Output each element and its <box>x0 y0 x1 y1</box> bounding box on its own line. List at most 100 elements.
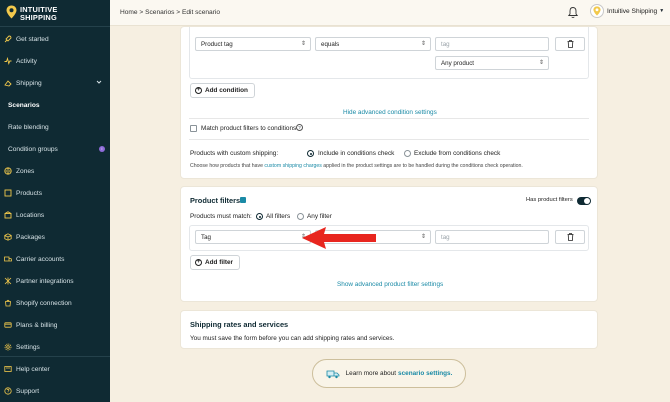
product-filters-title: Product filters <box>190 196 241 205</box>
sidebar-item-packages[interactable]: Packages <box>0 226 110 248</box>
condition-field-select[interactable]: Product tag ⇕ <box>195 37 311 51</box>
sidebar-item-plans-billing[interactable]: Plans & billing <box>0 314 110 336</box>
account-menu[interactable]: Intuitive Shipping ▼ <box>590 4 664 18</box>
truck-icon <box>4 79 12 87</box>
sidebar-item-zones[interactable]: Zones <box>0 160 110 182</box>
sidebar: INTUITIVE SHIPPING Get started Activity … <box>0 0 110 402</box>
match-filters-checkbox[interactable] <box>190 125 197 132</box>
scenario-settings-link[interactable]: scenario settings. <box>398 370 452 377</box>
all-filters-label: All filters <box>266 213 291 220</box>
product-scope-select[interactable]: Any product ⇕ <box>435 56 549 70</box>
sidebar-item-partner-integrations[interactable]: Partner integrations <box>0 270 110 292</box>
filter-field-select[interactable]: Tag ⇕ <box>195 230 311 244</box>
sidebar-item-label: Carrier accounts <box>16 255 65 263</box>
sidebar-item-scenarios[interactable]: Scenarios <box>0 94 110 116</box>
sidebar-item-label: Zones <box>16 167 35 175</box>
support-icon <box>4 387 12 395</box>
sidebar-item-label: Settings <box>16 343 40 351</box>
info-badge: i <box>99 146 105 152</box>
include-radio[interactable] <box>307 150 314 157</box>
any-filter-radio[interactable] <box>297 213 304 220</box>
placeholder: tag <box>441 41 450 48</box>
plus-circle-icon: + <box>195 259 202 266</box>
condition-operator-select[interactable]: equals ⇕ <box>315 37 431 51</box>
location-pin-logo-icon <box>6 5 17 19</box>
sidebar-bottom-nav: Help center Support <box>0 358 110 402</box>
add-condition-button[interactable]: + Add condition <box>190 83 255 98</box>
button-label: Add filter <box>205 259 234 266</box>
sidebar-item-label: Partner integrations <box>16 277 74 285</box>
sidebar-item-label: Products <box>16 189 43 197</box>
separator <box>189 139 589 140</box>
sidebar-item-label: Shipping <box>16 79 42 87</box>
help-icon <box>4 365 12 373</box>
sidebar-item-shipping[interactable]: Shipping <box>0 72 110 94</box>
include-label: Include in conditions check <box>318 150 395 157</box>
custom-shipping-note: Choose how products that have custom shi… <box>190 163 523 169</box>
exclude-label: Exclude from conditions check <box>414 150 501 157</box>
sidebar-item-label: Locations <box>16 211 45 219</box>
learn-more-banner[interactable]: Learn more about scenario settings. <box>312 359 466 388</box>
sidebar-item-condition-groups[interactable]: Condition groups i <box>0 138 110 160</box>
sidebar-item-label: Condition groups <box>8 145 58 153</box>
brand-logo[interactable]: INTUITIVE SHIPPING <box>6 5 106 25</box>
box-icon <box>4 189 12 197</box>
globe-icon <box>4 167 12 175</box>
exclude-radio[interactable] <box>404 150 411 157</box>
select-value: Any product <box>441 60 475 67</box>
delete-filter-button[interactable] <box>555 230 585 244</box>
integration-icon <box>4 277 12 285</box>
placeholder: tag <box>441 234 450 241</box>
delete-condition-button[interactable] <box>555 37 585 51</box>
sidebar-item-rate-blending[interactable]: Rate blending <box>0 116 110 138</box>
sidebar-item-support[interactable]: Support <box>0 380 110 402</box>
gear-icon <box>4 343 12 351</box>
any-filter-label: Any filter <box>307 213 332 220</box>
avatar <box>590 4 604 18</box>
sidebar-item-label: Plans & billing <box>16 321 58 329</box>
match-filters-label: Match product filters to conditions <box>201 125 297 132</box>
sidebar-item-carrier-accounts[interactable]: Carrier accounts <box>0 248 110 270</box>
help-circle-icon[interactable]: ? <box>296 124 303 131</box>
select-value: Tag <box>201 234 211 241</box>
note-text: applied in the product settings are to b… <box>323 163 523 169</box>
sidebar-item-label: Activity <box>16 57 37 65</box>
sidebar-item-help-center[interactable]: Help center <box>0 358 110 380</box>
bell-icon[interactable] <box>567 6 579 21</box>
sidebar-item-label: Packages <box>16 233 45 241</box>
sidebar-item-label: Help center <box>16 365 50 373</box>
brand-line-2: SHIPPING <box>20 13 57 22</box>
note-text: Choose how products that have <box>190 163 263 169</box>
sidebar-item-label: Rate blending <box>8 123 49 131</box>
sidebar-item-get-started[interactable]: Get started <box>0 28 110 50</box>
filter-value-input[interactable]: tag <box>435 230 549 244</box>
conditions-card: Product tag ⇕ equals ⇕ tag Any product ⇕ + A… <box>180 26 598 179</box>
add-filter-button[interactable]: + Add filter <box>190 255 241 270</box>
updown-caret-icon: ⇕ <box>538 60 544 66</box>
sidebar-item-products[interactable]: Products <box>0 182 110 204</box>
updown-caret-icon: ⇕ <box>420 234 426 240</box>
sidebar-item-settings[interactable]: Settings <box>0 336 110 358</box>
rocket-icon <box>4 35 12 43</box>
sidebar-item-shopify-connection[interactable]: Shopify connection <box>0 292 110 314</box>
sidebar-item-locations[interactable]: Locations <box>0 204 110 226</box>
condition-row-box <box>189 27 589 79</box>
info-icon[interactable] <box>240 197 246 203</box>
sidebar-item-label: Scenarios <box>8 101 40 109</box>
all-filters-radio[interactable] <box>256 213 263 220</box>
package-icon <box>4 233 12 241</box>
activity-icon <box>4 57 12 65</box>
has-filters-toggle[interactable] <box>577 197 591 205</box>
learn-more-text: Learn more about <box>345 370 397 377</box>
location-icon <box>4 211 12 219</box>
hide-advanced-condition-link[interactable]: Hide advanced condition settings <box>343 109 437 116</box>
shipping-rates-note: You must save the form before you can ad… <box>190 335 395 342</box>
chevron-down-icon <box>96 79 102 87</box>
show-advanced-filter-link[interactable]: Show advanced product filter settings <box>337 281 443 288</box>
sidebar-item-activity[interactable]: Activity <box>0 50 110 72</box>
caret-down-icon: ▼ <box>659 8 665 14</box>
condition-value-input[interactable]: tag <box>435 37 549 51</box>
custom-shipping-charges-link[interactable]: custom shipping charges <box>264 163 321 169</box>
sidebar-item-label: Get started <box>16 35 49 43</box>
breadcrumb[interactable]: Home > Scenarios > Edit scenario <box>120 9 220 16</box>
